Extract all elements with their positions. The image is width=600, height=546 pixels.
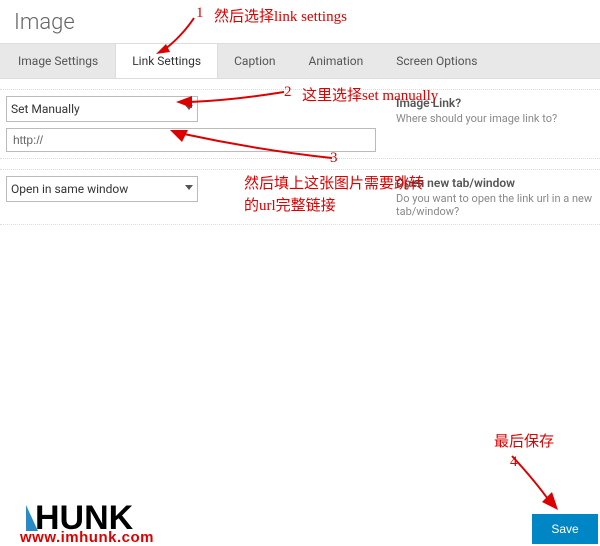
- chevron-down-icon: [185, 105, 193, 110]
- image-settings-modal: Image Image Settings Link Settings Capti…: [0, 0, 600, 546]
- tabs: Image Settings Link Settings Caption Ani…: [0, 43, 600, 79]
- annotation-4-num: 4: [510, 454, 518, 471]
- open-target-row: Open in same window Open new tab/window …: [0, 169, 600, 225]
- image-link-select[interactable]: Set Manually: [6, 96, 198, 122]
- image-link-desc: Where should your image link to?: [396, 112, 594, 125]
- tab-caption[interactable]: Caption: [218, 44, 292, 78]
- site-url: www.imhunk.com: [20, 529, 154, 546]
- save-button[interactable]: Save: [532, 514, 598, 544]
- image-link-select-value: Set Manually: [11, 102, 80, 116]
- link-url-input[interactable]: [6, 128, 376, 152]
- open-target-select-value: Open in same window: [11, 182, 128, 196]
- tab-image-settings[interactable]: Image Settings: [2, 44, 115, 78]
- annotation-4: 最后保存: [494, 430, 554, 451]
- tab-animation[interactable]: Animation: [293, 44, 381, 78]
- image-link-label: Image Link?: [396, 96, 594, 110]
- page-title: Image: [0, 0, 600, 43]
- open-target-desc: Do you want to open the link url in a ne…: [396, 192, 594, 218]
- image-link-row: Set Manually Image Link? Where should yo…: [0, 89, 600, 159]
- link-settings-panel: Set Manually Image Link? Where should yo…: [0, 79, 600, 225]
- tab-link-settings[interactable]: Link Settings: [115, 44, 218, 78]
- open-target-select[interactable]: Open in same window: [6, 176, 198, 202]
- open-target-label: Open new tab/window: [396, 176, 594, 190]
- arrow-icon: [506, 452, 566, 514]
- chevron-down-icon: [185, 185, 193, 190]
- tab-screen-options[interactable]: Screen Options: [380, 44, 494, 78]
